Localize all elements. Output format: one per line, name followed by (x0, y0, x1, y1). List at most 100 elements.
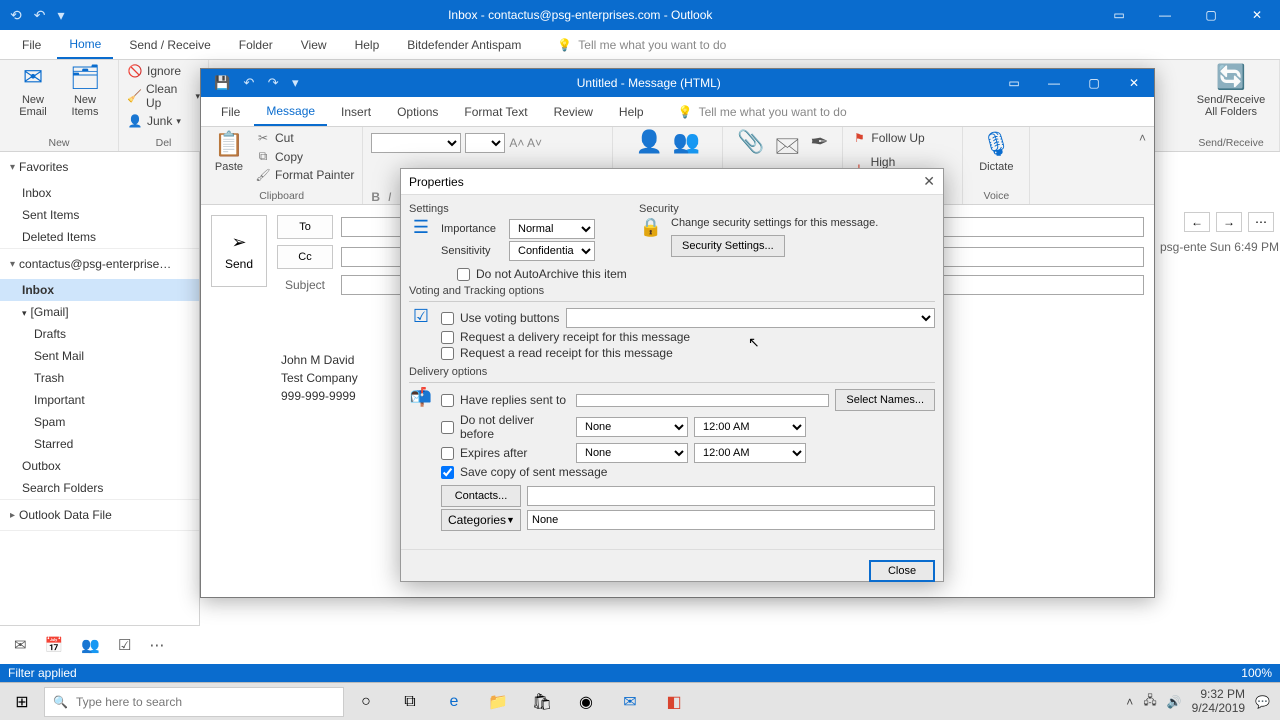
tasks-icon[interactable]: ☑ (118, 636, 131, 654)
ribbon-display-icon[interactable]: ▭ (1096, 0, 1142, 30)
nav-drafts[interactable]: Drafts (0, 323, 199, 345)
explorer-icon[interactable]: 📁 (476, 692, 520, 712)
deliver-date-select[interactable]: None (576, 417, 688, 437)
paste-button[interactable]: 📋 Paste (209, 129, 249, 184)
task-view-icon[interactable]: ⧉ (388, 693, 432, 711)
msg-tell-me[interactable]: 💡 Tell me what you want to do (678, 105, 847, 119)
close-button-dialog[interactable]: Close (869, 560, 935, 582)
expires-time-select[interactable]: 12:00 AM (694, 443, 806, 463)
clock[interactable]: 9:32 PM 9/24/2019 (1192, 688, 1245, 714)
save-copy-checkbox[interactable] (441, 466, 454, 479)
cc-button[interactable]: Cc (277, 245, 333, 269)
qat-undo-icon[interactable]: ↶ (34, 7, 46, 24)
notifications-icon[interactable]: 💬 (1255, 695, 1270, 709)
tab-file[interactable]: File (10, 32, 53, 58)
favorites-header[interactable]: ▾Favorites (0, 152, 199, 182)
tell-me-search[interactable]: 💡 Tell me what you want to do (557, 38, 726, 52)
msg-tab-help[interactable]: Help (607, 99, 656, 125)
contacts-button[interactable]: Contacts... (441, 485, 521, 507)
tab-view[interactable]: View (289, 32, 339, 58)
expires-after-checkbox[interactable] (441, 447, 454, 460)
importance-select[interactable]: Normal (509, 219, 595, 239)
no-deliver-before-checkbox[interactable] (441, 421, 454, 434)
msg-qat-customize-icon[interactable]: ▾ (292, 75, 299, 90)
nav-sentmail[interactable]: Sent Mail (0, 345, 199, 367)
calendar-icon[interactable]: 📅 (45, 636, 64, 654)
select-names-button[interactable]: Select Names... (835, 389, 935, 411)
store-icon[interactable]: 🛍 (520, 692, 564, 712)
dialog-close-icon[interactable]: ✕ (923, 173, 935, 190)
address-book-icon[interactable]: 👤 (635, 129, 662, 155)
nav-gmail[interactable]: ▾[Gmail] (0, 301, 199, 323)
copy-button[interactable]: ⧉Copy (255, 147, 354, 166)
msg-tab-insert[interactable]: Insert (329, 99, 383, 125)
prev-mail-icon[interactable]: ← (1184, 212, 1210, 232)
read-receipt-checkbox[interactable] (441, 347, 454, 360)
msg-close-button[interactable]: ✕ (1114, 76, 1154, 90)
msg-minimize-button[interactable]: — (1034, 76, 1074, 90)
new-items-button[interactable]: 🗂 New Items (60, 62, 110, 118)
edge-icon[interactable]: e (432, 693, 476, 711)
nav-inbox[interactable]: Inbox (0, 279, 199, 301)
security-settings-button[interactable]: Security Settings... (671, 235, 785, 257)
people-icon[interactable]: 👥 (81, 636, 100, 654)
tab-home[interactable]: Home (57, 31, 113, 59)
contacts-field[interactable] (527, 486, 935, 506)
tray-up-icon[interactable]: ˄ (1126, 695, 1133, 709)
next-mail-icon[interactable]: → (1216, 212, 1242, 232)
nav-fav-deleteditems[interactable]: Deleted Items (0, 226, 199, 248)
cut-button[interactable]: ✂Cut (255, 129, 354, 147)
dictate-button[interactable]: 🎙 Dictate (971, 129, 1021, 173)
new-email-button[interactable]: ✉ New Email (8, 62, 58, 118)
delivery-receipt-checkbox[interactable] (441, 331, 454, 344)
junk-button[interactable]: 👤Junk▾ (127, 112, 200, 130)
nav-trash[interactable]: Trash (0, 367, 199, 389)
volume-icon[interactable]: 🔊 (1167, 695, 1182, 709)
deliver-time-select[interactable]: 12:00 AM (694, 417, 806, 437)
chrome-icon[interactable]: ◉ (564, 692, 608, 712)
send-button[interactable]: ➢ Send (211, 215, 267, 287)
start-button[interactable]: ⊞ (0, 692, 44, 712)
nav-spam[interactable]: Spam (0, 411, 199, 433)
followup-button[interactable]: ⚑Follow Up (851, 129, 924, 147)
msg-tab-file[interactable]: File (209, 99, 252, 125)
network-icon[interactable]: 🖧 (1143, 691, 1156, 712)
to-button[interactable]: To (277, 215, 333, 239)
attach-item-icon[interactable]: 🖂 (774, 129, 800, 167)
more-icon[interactable]: ⋯ (149, 636, 164, 654)
outlook-taskbar-icon[interactable]: ✉ (608, 692, 652, 712)
replies-to-field[interactable] (576, 394, 829, 407)
snagit-icon[interactable]: ◧ (652, 692, 696, 712)
attach-file-icon[interactable]: 📎 (737, 129, 764, 167)
categories-field[interactable] (527, 510, 935, 530)
nav-fav-sentitems[interactable]: Sent Items (0, 204, 199, 226)
qat-send-receive-icon[interactable]: ⟲ (10, 7, 22, 24)
font-family-select[interactable] (371, 133, 461, 153)
tab-folder[interactable]: Folder (227, 32, 285, 58)
ignore-button[interactable]: 🚫Ignore (127, 62, 200, 80)
close-button[interactable]: ✕ (1234, 0, 1280, 30)
data-file-header[interactable]: ▸Outlook Data File (0, 500, 199, 530)
cleanup-button[interactable]: 🧹Clean Up▾ (127, 80, 200, 112)
format-painter-button[interactable]: 🖌Format Painter (255, 166, 354, 184)
nav-starred[interactable]: Starred (0, 433, 199, 455)
mail-preview-row[interactable]: psg-ente Sun 6:49 PM (1160, 240, 1280, 254)
signature-icon[interactable]: ✒ (810, 129, 828, 167)
qat-customize-icon[interactable]: ▾ (57, 7, 64, 24)
msg-tab-review[interactable]: Review (542, 99, 605, 125)
msg-maximize-button[interactable]: ▢ (1074, 76, 1114, 90)
tab-help[interactable]: Help (343, 32, 392, 58)
voting-buttons-select[interactable] (566, 308, 935, 328)
tab-bitdefender[interactable]: Bitdefender Antispam (395, 32, 533, 58)
categories-button[interactable]: Categories▼ (441, 509, 521, 531)
msg-tab-options[interactable]: Options (385, 99, 450, 125)
tab-send-receive[interactable]: Send / Receive (117, 32, 222, 58)
mail-more-icon[interactable]: ⋯ (1248, 212, 1274, 232)
have-replies-checkbox[interactable] (441, 394, 454, 407)
expires-date-select[interactable]: None (576, 443, 688, 463)
send-receive-all-button[interactable]: 🔄 Send/Receive All Folders (1191, 62, 1271, 118)
no-autoarchive-checkbox[interactable] (457, 268, 470, 281)
cortana-icon[interactable]: ○ (344, 693, 388, 711)
account-header[interactable]: ▾contactus@psg-enterprise… (0, 249, 199, 279)
taskbar-search[interactable]: 🔍 Type here to search (44, 687, 344, 717)
